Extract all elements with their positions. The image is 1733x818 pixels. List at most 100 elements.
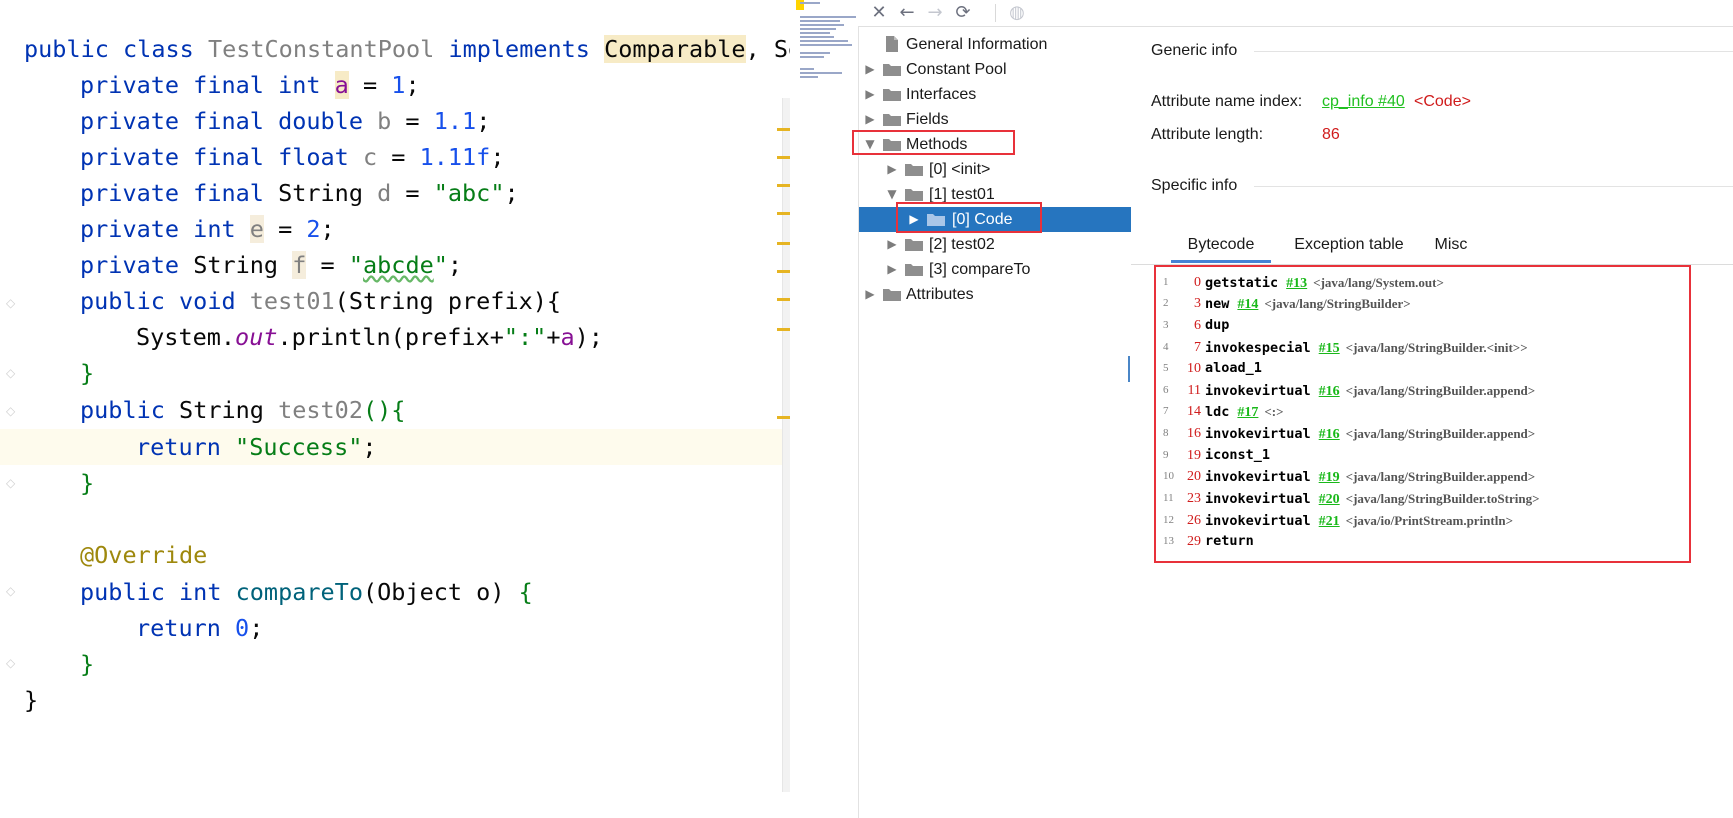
minimap-row — [800, 20, 840, 22]
code-token: out — [235, 323, 278, 351]
bytecode-row[interactable]: 12 26 invokevirtual #21 <java/io/PrintStream… — [1156, 509, 1686, 532]
bytecode-row[interactable]: 6 11 invokevirtual #16 <java/lang/StringBuil… — [1156, 379, 1686, 402]
tree-item-interfaces[interactable]: ▶ Interfaces — [859, 82, 1131, 107]
cp-reference-link[interactable]: #14 — [1237, 297, 1258, 312]
warning-marker[interactable] — [777, 156, 790, 159]
fold-marker-icon[interactable]: ◇ — [6, 656, 20, 670]
code-token: String — [193, 251, 279, 279]
code-token: = — [377, 143, 420, 171]
splitter-handle[interactable] — [1128, 356, 1130, 382]
code-token: } — [80, 469, 95, 497]
bytecode-listing[interactable]: 1 0 getstatic #13 <java/lang/System.out> 23 n… — [1154, 265, 1691, 563]
bytecode-row[interactable]: 11 23 invokevirtual #20 <java/lang/StringBui… — [1156, 487, 1686, 510]
bytecode-comment: <java/lang/StringBuilder.append> — [1345, 426, 1536, 441]
bytecode-row[interactable]: 9 19 iconst_1 — [1156, 444, 1686, 467]
cp-reference-link[interactable]: #21 — [1319, 514, 1340, 529]
cp-reference-link[interactable]: #20 — [1319, 492, 1340, 507]
code-token: = — [391, 179, 434, 207]
code-editor[interactable]: ◇ ◇ ◇ ◇ ◇ ◇ public class TestConstantPoo… — [0, 0, 790, 818]
tree-item-method-init[interactable]: ▶ [0] <init> — [859, 157, 1131, 182]
opcode: return — [1205, 533, 1254, 549]
fold-marker-icon[interactable]: ◇ — [6, 476, 20, 490]
bytecode-row[interactable]: 13 29 return — [1156, 530, 1686, 553]
cp-reference-link[interactable]: #16 — [1319, 384, 1340, 399]
code-token: (Object o) — [362, 578, 519, 606]
globe-icon[interactable]: ◍ — [1005, 1, 1029, 25]
warning-marker[interactable] — [777, 298, 790, 301]
tree-item-label: Constant Pool — [906, 61, 1007, 78]
arrow-right-icon[interactable]: → — [923, 1, 947, 25]
arrow-left-icon[interactable]: ← — [895, 1, 919, 25]
expand-arrow-icon[interactable]: ▶ — [863, 107, 877, 132]
cp-reference-link[interactable]: #13 — [1286, 276, 1307, 291]
bytecode-row[interactable]: 5 10 aload_1 — [1156, 357, 1686, 380]
bytecode-row[interactable]: 2 3 new #14 <java/lang/StringBuilder> — [1156, 292, 1686, 315]
tree-item-label: Attributes — [906, 286, 974, 303]
tree-item-general-information[interactable]: General Information — [859, 32, 1131, 57]
code-line: public void test01(String prefix){ — [80, 283, 561, 319]
cp-reference-link[interactable]: #17 — [1237, 405, 1258, 420]
expand-arrow-icon[interactable]: ▶ — [863, 282, 877, 307]
expand-arrow-icon[interactable]: ▶ — [885, 157, 899, 182]
warning-marker[interactable] — [777, 270, 790, 273]
code-token: ; — [362, 433, 377, 461]
close-icon[interactable]: ✕ — [867, 1, 891, 25]
fold-marker-icon[interactable]: ◇ — [6, 584, 20, 598]
expand-arrow-icon[interactable]: ▶ — [863, 57, 877, 82]
tree-item-method-test02[interactable]: ▶ [2] test02 — [859, 232, 1131, 257]
current-line-highlight — [0, 429, 785, 465]
bytecode-row[interactable]: 10 20 invokevirtual #19 <java/lang/StringBui… — [1156, 465, 1686, 488]
expand-arrow-icon[interactable]: ▶ — [863, 82, 877, 107]
code-line: @Override — [80, 537, 207, 573]
cp-reference-link[interactable]: #16 — [1319, 427, 1340, 442]
bytecode-offset: 0 — [1194, 275, 1201, 290]
editor-scrollbar[interactable] — [777, 98, 790, 792]
tab-bytecode[interactable]: Bytecode — [1171, 230, 1271, 263]
expand-arrow-icon[interactable]: ▶ — [885, 257, 899, 282]
cp-reference-link[interactable]: #15 — [1319, 341, 1340, 356]
fold-marker-icon[interactable]: ◇ — [6, 296, 20, 310]
folder-icon — [905, 264, 923, 276]
tree-item-fields[interactable]: ▶ Fields — [859, 107, 1131, 132]
warning-marker[interactable] — [777, 128, 790, 131]
bytecode-comment: <java/lang/StringBuilder.toString> — [1345, 491, 1540, 506]
tree-item-label: General Information — [906, 36, 1048, 53]
attribute-name-index-link[interactable]: cp_info #40 — [1322, 91, 1405, 113]
bytecode-row[interactable]: 3 6 dup — [1156, 314, 1686, 337]
tree-item-label: Fields — [906, 111, 949, 128]
warning-marker[interactable] — [777, 212, 790, 215]
class-structure-tree[interactable]: General Information ▶ Constant Pool ▶ In… — [852, 27, 1132, 818]
code-token: ; — [249, 614, 264, 642]
tree-item-method-compareto[interactable]: ▶ [3] compareTo — [859, 257, 1131, 282]
bytecode-instruction: iconst_1 — [1205, 444, 1270, 467]
warning-marker[interactable] — [777, 242, 790, 245]
code-token: "Success" — [235, 433, 363, 461]
tree-item-constant-pool[interactable]: ▶ Constant Pool — [859, 57, 1131, 82]
warning-marker[interactable] — [777, 184, 790, 187]
warning-marker[interactable] — [777, 328, 790, 331]
code-token: return — [136, 614, 236, 642]
tree-item-attributes[interactable]: ▶ Attributes — [859, 282, 1131, 307]
bytecode-row[interactable]: 7 14 ldc #17 <:> — [1156, 400, 1686, 423]
bytecode-instruction: invokevirtual #16 <java/lang/StringBuilder… — [1205, 422, 1535, 446]
code-token: .println(prefix+ — [277, 323, 504, 351]
bytecode-row[interactable]: 4 7 invokespecial #15 <java/lang/StringBuild… — [1156, 336, 1686, 359]
bytecode-offset: 26 — [1187, 513, 1201, 528]
bytecode-row[interactable]: 8 16 invokevirtual #16 <java/lang/StringBuil… — [1156, 422, 1686, 445]
cp-reference-link[interactable]: #19 — [1319, 470, 1340, 485]
fold-marker-icon[interactable]: ◇ — [6, 366, 20, 380]
tab-exception-table[interactable]: Exception table — [1279, 230, 1419, 260]
expand-arrow-icon[interactable]: ▶ — [885, 232, 899, 257]
minimap-preview[interactable] — [796, 0, 858, 90]
refresh-icon[interactable]: ⟳ — [951, 1, 975, 25]
minimap-row — [800, 16, 856, 18]
bytecode-row[interactable]: 1 0 getstatic #13 <java/lang/System.out> — [1156, 271, 1686, 294]
code-token: = — [306, 251, 349, 279]
warning-marker[interactable] — [777, 416, 790, 419]
code-token: implements — [434, 35, 605, 63]
tab-misc[interactable]: Misc — [1421, 230, 1481, 260]
code-token: } — [24, 686, 39, 714]
fold-marker-icon[interactable]: ◇ — [6, 404, 20, 418]
section-divider — [1254, 51, 1733, 52]
code-line: System.out.println(prefix+":"+a); — [136, 319, 603, 355]
